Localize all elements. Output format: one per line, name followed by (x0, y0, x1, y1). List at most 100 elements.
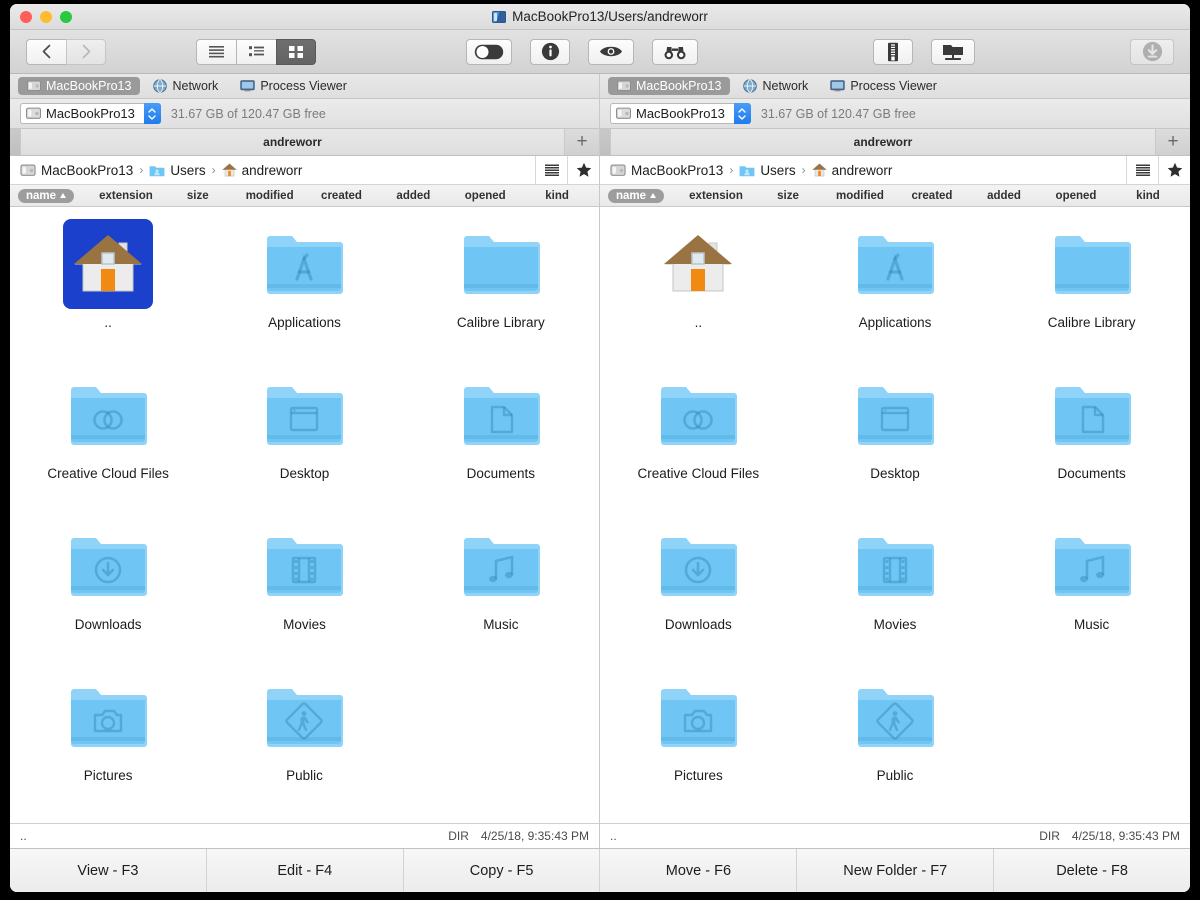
right-tab-network[interactable]: Network (734, 77, 817, 95)
left-status-bar: .. DIR 4/25/18, 9:35:43 PM (10, 823, 599, 848)
zoom-button[interactable] (60, 11, 72, 23)
folder-plain-icon (1047, 219, 1137, 309)
right-crumb-volume[interactable]: MacBookPro13 (610, 163, 723, 178)
left-tab-network[interactable]: Network (144, 77, 227, 95)
left-crumb-volume[interactable]: MacBookPro13 (20, 163, 133, 178)
left-tab-macbookpro13[interactable]: MacBookPro13 (18, 77, 140, 95)
right-folder-tab-label: andreworr (854, 135, 913, 149)
file-item[interactable]: Music (403, 521, 599, 672)
left-volume-selector[interactable]: MacBookPro13 (20, 103, 161, 124)
right-folder-tab[interactable]: andreworr (610, 129, 1156, 155)
right-col-name[interactable]: name (608, 189, 680, 203)
left-new-tab-button[interactable]: + (565, 129, 599, 155)
folder-pictures-icon (63, 672, 153, 762)
right-volume-selector[interactable]: MacBookPro13 (610, 103, 751, 124)
file-item[interactable]: Public (206, 672, 402, 823)
file-item[interactable]: Creative Cloud Files (10, 370, 206, 521)
network-folder-icon (941, 42, 965, 62)
file-item[interactable]: Downloads (10, 521, 206, 672)
new-folder-f7-button[interactable]: New Folder - F7 (797, 849, 994, 892)
file-item[interactable]: Calibre Library (993, 219, 1190, 370)
file-item[interactable]: Calibre Library (403, 219, 599, 370)
hard-disk-icon (492, 11, 506, 23)
file-item[interactable]: Pictures (10, 672, 206, 823)
left-tab-process-viewer[interactable]: Process Viewer (231, 77, 356, 95)
right-col-created[interactable]: created (896, 190, 968, 202)
right-status-kind: DIR (1039, 829, 1060, 843)
file-item-label: Desktop (870, 466, 920, 482)
right-new-tab-button[interactable]: + (1156, 129, 1190, 155)
left-col-kind[interactable]: kind (521, 190, 593, 202)
file-item[interactable]: Desktop (797, 370, 994, 521)
right-favorite-button[interactable] (1158, 156, 1190, 184)
edit-f4-button[interactable]: Edit - F4 (207, 849, 404, 892)
file-item[interactable]: Documents (403, 370, 599, 521)
file-item[interactable]: Applications (206, 219, 402, 370)
minimize-button[interactable] (40, 11, 52, 23)
file-item-label: Creative Cloud Files (47, 466, 169, 482)
left-file-grid: ..ApplicationsCalibre Library Creative Cl… (10, 207, 599, 823)
crumb-label: Users (170, 163, 205, 178)
left-crumb-users[interactable]: Users (149, 163, 205, 178)
move-f6-button[interactable]: Move - F6 (600, 849, 797, 892)
left-col-opened[interactable]: opened (449, 190, 521, 202)
download-button[interactable] (1130, 39, 1174, 65)
compress-button[interactable] (873, 39, 913, 65)
hard-disk-icon (26, 107, 41, 120)
right-col-size[interactable]: size (752, 190, 824, 202)
left-volume-stepper[interactable] (144, 103, 161, 124)
copy-f5-button[interactable]: Copy - F5 (404, 849, 601, 892)
right-view-options-button[interactable] (1126, 156, 1158, 184)
brief-view-button[interactable] (196, 39, 236, 65)
forward-button[interactable] (66, 39, 106, 65)
left-view-options-button[interactable] (535, 156, 567, 184)
right-col-opened[interactable]: opened (1040, 190, 1112, 202)
globe-icon (743, 79, 757, 93)
close-button[interactable] (20, 11, 32, 23)
left-favorite-button[interactable] (567, 156, 599, 184)
detail-view-button[interactable] (236, 39, 276, 65)
toggle-switch-button[interactable] (466, 39, 512, 65)
view-f3-button[interactable]: View - F3 (10, 849, 207, 892)
window-title: MacBookPro13/Users/andreworr (512, 9, 708, 24)
right-col-kind[interactable]: kind (1112, 190, 1184, 202)
network-connect-button[interactable] (931, 39, 975, 65)
right-crumb-home[interactable]: andreworr (812, 163, 893, 178)
file-item[interactable]: Movies (206, 521, 402, 672)
left-col-name[interactable]: name (18, 189, 90, 203)
left-folder-tab[interactable]: andreworr (20, 129, 565, 155)
file-item[interactable]: Downloads (600, 521, 797, 672)
right-tab-process-viewer[interactable]: Process Viewer (821, 77, 946, 95)
info-button[interactable] (530, 39, 570, 65)
left-col-size[interactable]: size (162, 190, 234, 202)
folder-documents-icon (456, 370, 546, 460)
right-col-added[interactable]: added (968, 190, 1040, 202)
back-button[interactable] (26, 39, 66, 65)
preview-button[interactable] (588, 39, 634, 65)
delete-f8-button[interactable]: Delete - F8 (994, 849, 1190, 892)
right-crumb-users[interactable]: Users (739, 163, 795, 178)
left-volume-name: MacBookPro13 (46, 106, 139, 121)
file-item[interactable]: Creative Cloud Files (600, 370, 797, 521)
left-col-modified[interactable]: modified (234, 190, 306, 202)
file-item[interactable]: .. (10, 219, 206, 370)
file-item[interactable]: Public (797, 672, 994, 823)
left-col-added[interactable]: added (377, 190, 449, 202)
left-col-extension[interactable]: extension (90, 190, 162, 202)
file-item[interactable]: Desktop (206, 370, 402, 521)
file-item[interactable]: .. (600, 219, 797, 370)
file-item[interactable]: Movies (797, 521, 994, 672)
right-col-extension[interactable]: extension (680, 190, 752, 202)
find-button[interactable] (652, 39, 698, 65)
file-item[interactable]: Documents (993, 370, 1190, 521)
file-item[interactable]: Pictures (600, 672, 797, 823)
left-crumb-home[interactable]: andreworr (222, 163, 303, 178)
left-col-created[interactable]: created (306, 190, 378, 202)
right-col-modified[interactable]: modified (824, 190, 896, 202)
file-item[interactable]: Applications (797, 219, 994, 370)
icon-view-button[interactable] (276, 39, 316, 65)
right-volume-stepper[interactable] (734, 103, 751, 124)
file-item[interactable]: Music (993, 521, 1190, 672)
folder-music-icon (456, 521, 546, 611)
right-tab-macbookpro13[interactable]: MacBookPro13 (608, 77, 730, 95)
